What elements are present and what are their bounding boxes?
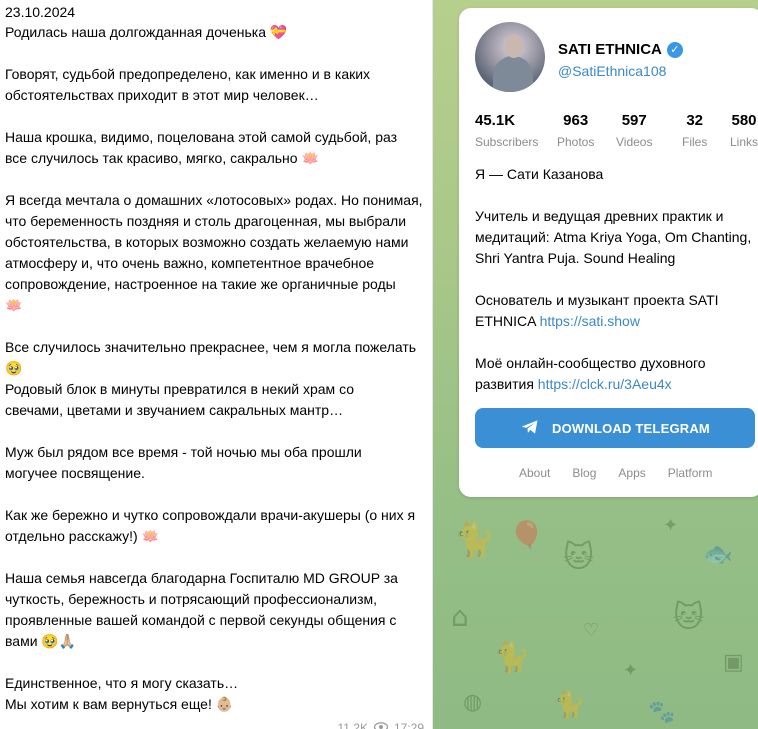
channel-description: Я — Сати Казанова Учитель и ведущая древ…	[475, 164, 758, 416]
post-line: могучее посвящение.	[5, 465, 145, 481]
stat-label: Files	[682, 135, 708, 149]
post-line: отдельно расскажу!) 🪷	[5, 528, 159, 544]
post-paragraph: Наша семья навсегда благодарна Госпиталю…	[5, 568, 424, 652]
bio-link-community[interactable]: https://clck.ru/3Aeu4x	[538, 376, 672, 392]
avatar[interactable]	[475, 22, 545, 92]
stat-links[interactable]: 580 Links	[730, 112, 758, 150]
ball-doodle-icon: ◍	[463, 690, 483, 715]
stat-photos[interactable]: 963 Photos	[557, 112, 594, 150]
post-line: Муж был рядом все время - той ночью мы о…	[5, 444, 362, 460]
post-line: Говорят, судьбой предопределено, как име…	[5, 66, 371, 82]
stat-label: Videos	[616, 135, 653, 149]
stat-subscribers: 45.1K Subscribers	[475, 112, 538, 150]
post-line: атмосферу и, что очень важно, компетентн…	[5, 255, 375, 271]
cat-doodle-icon: 🐱	[563, 540, 595, 575]
post-line: 🪷	[5, 297, 23, 313]
fish-doodle-icon: 🐟	[703, 540, 733, 568]
channel-name: SATI ETHNICA ✓	[558, 41, 683, 58]
footer-link-blog[interactable]: Blog	[572, 466, 596, 480]
stat-label: Photos	[557, 135, 595, 149]
stat-videos[interactable]: 597 Videos	[616, 112, 652, 150]
post-line: Родилась наша долгожданная доченька 💝	[5, 24, 288, 40]
post-line: все случилось так красиво, мягко, сакрал…	[5, 150, 319, 166]
channel-title: SATI ETHNICA	[558, 41, 662, 58]
heart-doodle-icon: ♡	[583, 620, 600, 641]
post-line: вами 🥹🙏🏼	[5, 633, 77, 649]
post-line: Наша крошка, видимо, поцелована этой сам…	[5, 129, 398, 145]
channel-post: 23.10.2024 Родилась наша долгожданная до…	[0, 0, 433, 729]
post-line: Как же бережно и чутко сопровождали врач…	[5, 507, 416, 523]
bio-line: Учитель и ведущая древних практик и меди…	[475, 208, 752, 266]
post-date: 23.10.2024	[5, 4, 76, 20]
post-line: чуткость, бережность и потрясающий профе…	[5, 591, 378, 607]
check-badge-icon: ✓	[666, 41, 683, 58]
post-paragraph: Родилась наша долгожданная доченька 💝	[5, 22, 424, 43]
post-line: обстоятельства, в которых возможно созда…	[5, 234, 409, 250]
post-line: Родовый блок в минуты превратился в неки…	[5, 381, 355, 397]
post-line: проявленные вашей командой с первой секу…	[5, 612, 397, 628]
post-body: 23.10.2024 Родилась наша долгожданная до…	[0, 0, 432, 715]
cat-doodle-icon: 🐈	[453, 520, 496, 560]
post-line: Я всегда мечтала о домашних «лотосовых» …	[5, 192, 423, 208]
footer-links: About Blog Apps Platform	[519, 466, 712, 480]
post-line: что беременность поздняя и столь драгоце…	[5, 213, 407, 229]
post-paragraph: Единственное, что я могу сказать… Мы хот…	[5, 673, 424, 715]
post-paragraph: Как же бережно и чутко сопровождали врач…	[5, 505, 424, 547]
post-paragraph: Говорят, судьбой предопределено, как име…	[5, 64, 424, 106]
views-count: 11.2K	[337, 721, 368, 729]
balloon-doodle-icon: 🎈	[508, 520, 546, 555]
post-line: 🥹	[5, 360, 23, 376]
channel-profile-card: SATI ETHNICA ✓ @SatiEthnica108 45.1K Sub…	[459, 8, 758, 497]
post-line: Все случилось значительно прекраснее, че…	[5, 339, 417, 355]
paw-doodle-icon: 🐾	[648, 700, 676, 725]
cat-doodle-icon: 🐈	[553, 690, 586, 720]
stat-value: 963	[563, 112, 589, 129]
post-paragraph: Муж был рядом все время - той ночью мы о…	[5, 442, 424, 484]
stat-value: 597	[621, 112, 647, 129]
channel-handle[interactable]: @SatiEthnica108	[558, 63, 666, 79]
post-line: Наша семья навсегда благодарна Госпиталю…	[5, 570, 398, 586]
cat-doodle-icon: 🐱	[673, 600, 705, 635]
stat-value: 45.1K	[475, 112, 516, 129]
post-line: обстоятельствах приходит в этот мир чело…	[5, 87, 319, 103]
channel-stats: 45.1K Subscribers 963 Photos 597 Videos …	[475, 112, 758, 152]
post-line: свечами, цветами и звучанием сакральных …	[5, 402, 344, 418]
telegram-plane-icon	[520, 417, 540, 440]
footer-link-apps[interactable]: Apps	[618, 466, 645, 480]
post-meta: 11.2K 17:29	[337, 721, 424, 729]
stat-value: 32	[686, 112, 704, 129]
avatar-face	[505, 34, 523, 58]
download-telegram-button[interactable]: DOWNLOAD TELEGRAM	[475, 408, 755, 448]
post-paragraph: Я всегда мечтала о домашних «лотосовых» …	[5, 190, 424, 316]
eye-icon	[373, 721, 389, 729]
bone-doodle-icon: ✦	[663, 515, 679, 536]
stat-label: Subscribers	[475, 135, 539, 149]
bone-doodle-icon: ✦	[623, 660, 639, 681]
post-line: сопровождение, настроенное на такие же о…	[5, 276, 396, 292]
post-paragraph: Наша крошка, видимо, поцелована этой сам…	[5, 127, 424, 169]
bio-line: Основатель и музыкант проекта SATI ETHNI…	[475, 290, 758, 332]
bio-line: Моё онлайн-сообщество духовного развития…	[475, 353, 758, 395]
cat-doodle-icon: 🐈	[493, 640, 531, 675]
post-time: 17:29	[393, 721, 424, 729]
footer-link-platform[interactable]: Platform	[668, 466, 713, 480]
stat-label: Links	[730, 135, 758, 149]
avatar-figure	[493, 56, 533, 92]
download-label: DOWNLOAD TELEGRAM	[552, 420, 710, 436]
bio-line: Я — Сати Казанова	[475, 166, 604, 182]
post-paragraph: Все случилось значительно прекраснее, че…	[5, 337, 424, 421]
footer-link-about[interactable]: About	[519, 466, 550, 480]
stat-value: 580	[731, 112, 757, 129]
post-line: Мы хотим к вам вернуться еще! 👶🏼	[5, 696, 234, 712]
bio-link-sati[interactable]: https://sati.show	[540, 313, 640, 329]
stat-files[interactable]: 32 Files	[682, 112, 707, 150]
dog-house-doodle-icon: ⌂	[451, 600, 469, 633]
box-doodle-icon: ▣	[723, 650, 744, 675]
post-line: Единственное, что я могу сказать…	[5, 675, 239, 691]
